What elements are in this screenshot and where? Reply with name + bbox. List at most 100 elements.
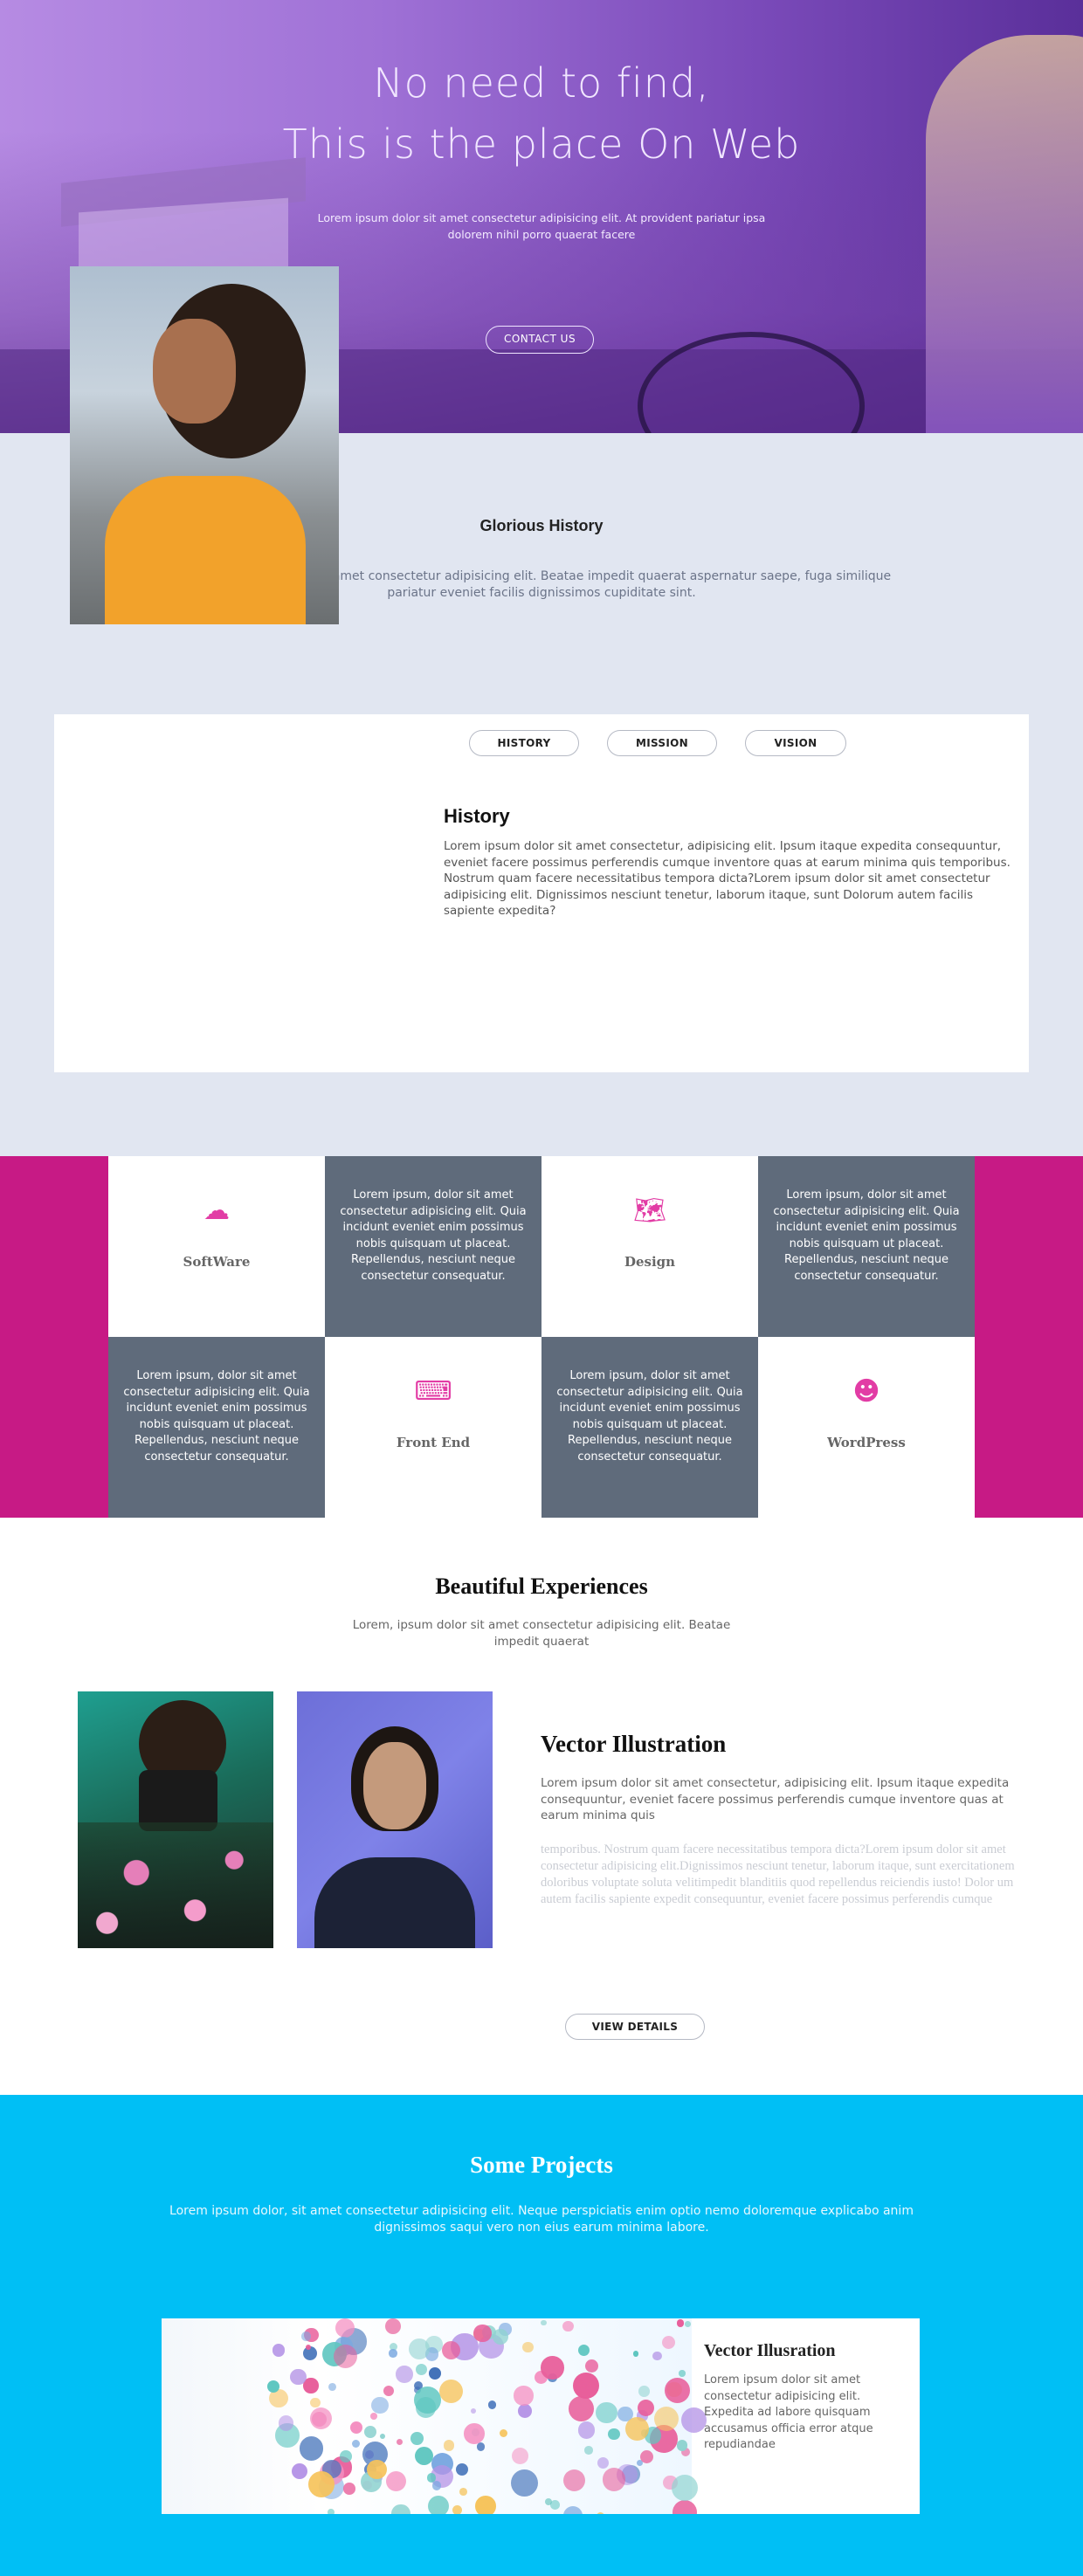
flower-shape bbox=[410, 2431, 424, 2445]
service-cell-front-end[interactable]: ⌨ Front End bbox=[325, 1337, 542, 1518]
flower-shape bbox=[328, 2382, 336, 2391]
flower-shape bbox=[676, 2440, 688, 2451]
flower-shape bbox=[639, 2449, 653, 2463]
flower-shape bbox=[371, 2397, 389, 2414]
service-cell-design[interactable]: 🗺 Design bbox=[542, 1156, 758, 1337]
flower-shape bbox=[632, 2351, 638, 2357]
flower-shape bbox=[427, 2473, 437, 2483]
flower-shape bbox=[584, 2446, 593, 2455]
flower-shape bbox=[443, 2440, 455, 2452]
flower-shape bbox=[327, 2508, 335, 2514]
flower-shape bbox=[370, 2413, 377, 2420]
flower-shape bbox=[672, 2499, 698, 2514]
flower-shape bbox=[685, 2321, 691, 2327]
contact-us-button[interactable]: CONTACT US bbox=[486, 326, 594, 354]
cloud-sun-icon: ☁ bbox=[203, 1195, 230, 1226]
flower-shape bbox=[383, 2386, 394, 2397]
service-text: Lorem ipsum, dolor sit amet consectetur … bbox=[340, 1188, 527, 1283]
hero-title-line2: This is the place On Web bbox=[282, 121, 801, 168]
flower-shape bbox=[562, 2321, 574, 2332]
flower-shape bbox=[266, 2380, 280, 2393]
flower-shape bbox=[389, 2348, 397, 2358]
flower-shape bbox=[351, 2439, 360, 2449]
project-card[interactable]: Vector Illusration Lorem ipsum dolor sit… bbox=[162, 2318, 920, 2514]
flower-shape bbox=[442, 2340, 461, 2359]
flower-shape bbox=[602, 2468, 626, 2491]
flower-shape bbox=[608, 2428, 620, 2441]
flower-shape bbox=[300, 2331, 311, 2342]
woman-portrait-image bbox=[297, 1691, 493, 1948]
flower-shape bbox=[577, 2344, 590, 2356]
flower-shape bbox=[385, 2471, 406, 2492]
flower-shape bbox=[391, 2504, 410, 2514]
flower-shape bbox=[416, 2397, 437, 2418]
flower-shape bbox=[299, 2436, 324, 2461]
projects-section: Some Projects Lorem ipsum dolor, sit ame… bbox=[0, 2095, 1083, 2576]
service-text: Lorem ipsum, dolor sit amet consectetur … bbox=[123, 1369, 310, 1464]
tab-vision[interactable]: VISION bbox=[745, 730, 846, 756]
flower-shape bbox=[455, 2462, 469, 2476]
flower-shape bbox=[596, 2512, 604, 2514]
world-map-icon: 🗺 bbox=[632, 1195, 667, 1226]
service-label: Front End bbox=[396, 1435, 471, 1450]
service-cell-software[interactable]: ☁ SoftWare bbox=[108, 1156, 325, 1337]
flower-shape bbox=[428, 2495, 450, 2514]
history-heading: History bbox=[444, 805, 510, 827]
history-portrait-image bbox=[70, 266, 339, 624]
flower-shape bbox=[518, 2404, 532, 2419]
laptop-code-icon: ⌨ bbox=[414, 1376, 452, 1407]
service-cell-wordpress[interactable]: ☻ WordPress bbox=[758, 1337, 975, 1518]
service-text: Lorem ipsum, dolor sit amet consectetur … bbox=[773, 1188, 960, 1283]
flower-shape bbox=[584, 2359, 598, 2373]
hero-title-line1: No need to find, bbox=[373, 59, 710, 107]
flower-shape bbox=[272, 2344, 286, 2357]
flower-shape bbox=[459, 2487, 467, 2496]
flower-shape bbox=[664, 2378, 690, 2403]
flower-shape bbox=[342, 2483, 355, 2495]
flower-shape bbox=[638, 2386, 650, 2397]
flower-shape bbox=[676, 2319, 685, 2327]
flower-shape bbox=[541, 2356, 564, 2380]
flower-shape bbox=[367, 2459, 387, 2480]
photographer-image bbox=[78, 1691, 273, 1948]
flower-shape bbox=[452, 2505, 463, 2514]
tab-history[interactable]: HISTORY bbox=[469, 730, 579, 756]
view-details-button[interactable]: VIEW DETAILS bbox=[565, 2014, 705, 2040]
flower-shape bbox=[350, 2421, 363, 2435]
service-label: Design bbox=[624, 1254, 676, 1270]
service-label: WordPress bbox=[827, 1435, 906, 1450]
service-label: SoftWare bbox=[183, 1254, 251, 1270]
service-text-cell: Lorem ipsum, dolor sit amet consectetur … bbox=[758, 1156, 975, 1337]
flower-shape bbox=[625, 2417, 649, 2441]
flower-shape bbox=[431, 2480, 442, 2490]
flower-shape bbox=[522, 2341, 534, 2353]
project-card-heading: Vector Illusration bbox=[704, 2341, 836, 2360]
flower-shape bbox=[681, 2407, 707, 2433]
portrait-shirt bbox=[105, 476, 306, 624]
vector-illustration-heading: Vector Illustration bbox=[541, 1731, 727, 1757]
head-speaking-icon: ☻ bbox=[852, 1376, 880, 1407]
flower-shape bbox=[549, 2500, 560, 2510]
hero-lead-text: Lorem ipsum dolor sit amet consectetur a… bbox=[317, 211, 766, 241]
flower-shape bbox=[563, 2506, 583, 2514]
tab-mission[interactable]: MISSION bbox=[607, 730, 717, 756]
flower-shape bbox=[671, 2474, 698, 2502]
service-text-cell: Lorem ipsum, dolor sit amet consectetur … bbox=[542, 1337, 758, 1518]
photo-sweater bbox=[314, 1857, 475, 1948]
flowers-shape bbox=[78, 1822, 273, 1948]
flower-shape bbox=[500, 2429, 508, 2438]
flower-shape bbox=[309, 2407, 333, 2430]
service-text: Lorem ipsum, dolor sit amet consectetur … bbox=[556, 1369, 743, 1464]
experiences-description: Lorem, ipsum dolor sit amet consectetur … bbox=[352, 1618, 731, 1649]
experiences-title: Beautiful Experiences bbox=[435, 1574, 648, 1599]
flower-shape bbox=[439, 2379, 464, 2404]
flower-shape bbox=[415, 2363, 428, 2376]
flower-shape bbox=[487, 2400, 496, 2409]
projects-description: Lorem ipsum dolor, sit amet consectetur … bbox=[169, 2204, 914, 2235]
flower-shape bbox=[514, 2386, 534, 2406]
flower-shape bbox=[597, 2456, 610, 2469]
flower-shape bbox=[396, 2438, 404, 2446]
project-card-body: Lorem ipsum dolor sit amet consectetur a… bbox=[704, 2373, 873, 2451]
projects-title: Some Projects bbox=[470, 2152, 613, 2178]
flower-shape bbox=[278, 2415, 294, 2431]
